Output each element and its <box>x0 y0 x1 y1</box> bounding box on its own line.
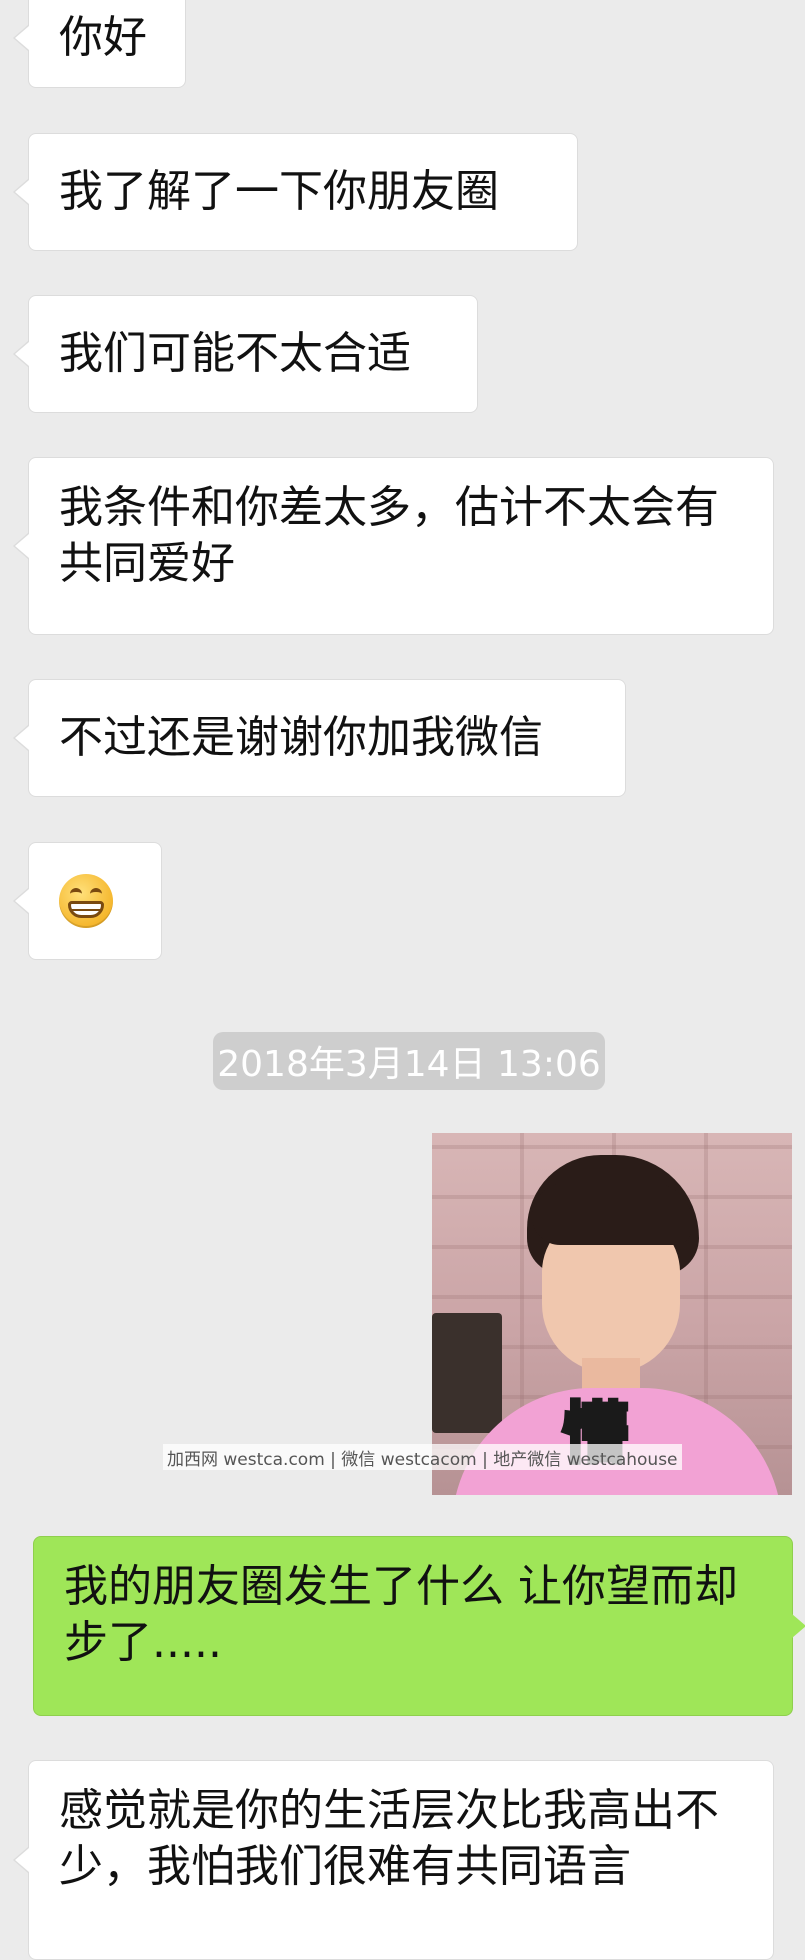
message-bubble-incoming[interactable]: 我们可能不太合适 <box>13 295 478 413</box>
timestamp-label: 2018年3月14日 13:06 <box>213 1032 605 1090</box>
grinning-emoji-icon <box>59 874 113 928</box>
message-bubble-incoming[interactable]: 我条件和你差太多，估计不太会有共同爱好 <box>13 457 774 635</box>
message-text: 感觉就是你的生活层次比我高出不少，我怕我们很难有共同语言 <box>59 1785 719 1892</box>
watermark-text: 加西网 westca.com | 微信 westcacom | 地产微信 wes… <box>163 1444 682 1470</box>
message-text: 我们可能不太合适 <box>59 328 411 379</box>
message-bubble-incoming[interactable]: 不过还是谢谢你加我微信 <box>13 679 626 797</box>
message-bubble-incoming[interactable]: 你好 <box>13 0 186 88</box>
message-bubble-incoming[interactable]: 我了解了一下你朋友圈 <box>13 133 578 251</box>
message-bubble-outgoing[interactable]: 我的朋友圈发生了什么 让你望而却步了..... <box>33 1536 805 1716</box>
message-text: 不过还是谢谢你加我微信 <box>59 712 543 763</box>
message-bubble-incoming[interactable]: 感觉就是你的生活层次比我高出不少，我怕我们很难有共同语言 <box>13 1760 774 1960</box>
message-text: 我条件和你差太多，估计不太会有共同爱好 <box>59 482 719 589</box>
message-text: 我的朋友圈发生了什么 让你望而却步了..... <box>64 1561 738 1668</box>
message-bubble-incoming[interactable] <box>13 842 162 960</box>
sticker-image[interactable]: 懵 <box>432 1133 792 1495</box>
message-text: 我了解了一下你朋友圈 <box>59 166 499 217</box>
message-text: 你好 <box>59 12 147 63</box>
